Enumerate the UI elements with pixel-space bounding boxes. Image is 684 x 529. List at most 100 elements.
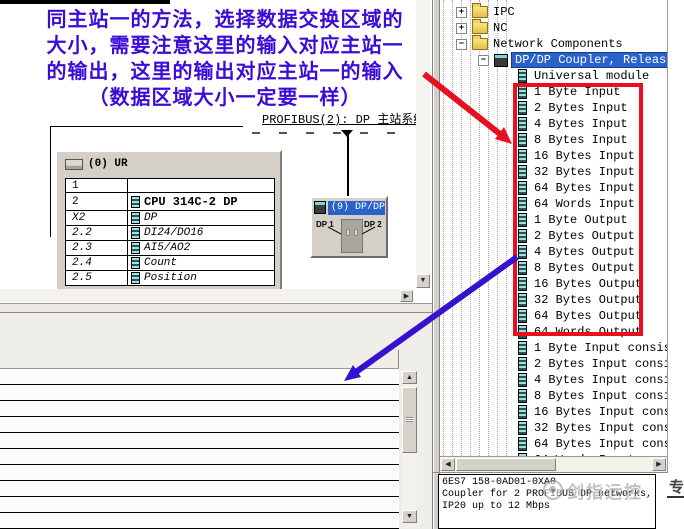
module-icon (131, 272, 140, 284)
catalog-item-label: 64 Bytes Input (534, 181, 635, 195)
catalog-item-64-bytes-output[interactable]: 64 Bytes Output (518, 308, 642, 324)
catalog-item-4-bytes-input[interactable]: 4 Bytes Input (518, 116, 628, 132)
catalog-item-label: 16 Bytes Output (534, 277, 642, 291)
detail-vscrollbar[interactable]: ▲ ▼ (402, 371, 417, 524)
catalog-item-64-words-output[interactable]: 64 Words Output (518, 324, 642, 340)
catalog-item-32-bytes-input[interactable]: 32 Bytes Input (518, 164, 635, 180)
pane-splitter[interactable] (0, 303, 432, 313)
catalog-item-label: 2 Bytes Input (534, 101, 628, 115)
catalog-item-8-bytes-input-consistent[interactable]: 8 Bytes Input consistent (518, 388, 668, 404)
catalog-hscrollbar[interactable]: ◀ ▶ (440, 456, 668, 472)
rack-slot-row-2-5[interactable]: 2.5Position (66, 271, 274, 286)
rack-title: (0) UR (65, 158, 128, 170)
module-icon (518, 421, 527, 435)
collapse-minus-icon[interactable]: − (478, 55, 489, 66)
catalog-item-label: 1 Byte Input (534, 85, 620, 99)
catalog-item-1-byte-input[interactable]: 1 Byte Input (518, 84, 620, 100)
catalog-item-label: 2 Bytes Input consistent (534, 357, 668, 371)
dp-coupler-icon (494, 54, 508, 67)
detail-vscroll-down-button[interactable]: ▼ (402, 510, 417, 523)
module-icon (518, 389, 527, 403)
catalog-item-label: 64 Bytes Output (534, 309, 642, 323)
annotation-note: 同主站一的方法，选择数据交换区域的 大小，需要注意这里的输入对应主站一 的输出，… (18, 6, 432, 110)
catalog-item-ipc[interactable]: + IPC (456, 4, 515, 20)
catalog-item-label: 8 Bytes Input consistent (534, 389, 668, 403)
catalog-item-nc[interactable]: + NC (456, 20, 507, 36)
folder-icon (472, 22, 488, 34)
catalog-item-1-byte-input-consistent[interactable]: 1 Byte Input consistent (518, 340, 668, 356)
rack-slot-row-x2[interactable]: X2DP (66, 211, 274, 226)
clipped-underline (667, 496, 684, 498)
rack-slot-row-1[interactable]: 1 (66, 179, 274, 193)
module-icon (518, 293, 527, 307)
catalog-item-16-bytes-input-consistent[interactable]: 16 Bytes Input consistent (518, 404, 668, 420)
catalog-item-2-bytes-input-consistent[interactable]: 2 Bytes Input consistent (518, 356, 668, 372)
upper-pane-vscrollbar[interactable] (416, 0, 430, 288)
rack-slot-row-2-2[interactable]: 2.2DI24/DO16 (66, 226, 274, 241)
catalog-item-network-components[interactable]: −Network Components (456, 36, 623, 52)
annotation-line: 同主站一的方法，选择数据交换区域的 (18, 6, 432, 32)
catalog-item-64-bytes-input-consistent[interactable]: 64 Bytes Input consistent (518, 436, 668, 452)
catalog-item-64-words-input[interactable]: 64 Words Input (518, 196, 635, 212)
module-icon (518, 357, 527, 371)
tree-guide-line (452, 0, 453, 456)
bus-drop-line (347, 130, 349, 197)
tree-guide-line (470, 0, 471, 456)
catalog-item-label: IPC (493, 5, 515, 19)
rack-window[interactable]: (0) UR 12CPU 314C-2 DPX2DP2.2DI24/DO162.… (55, 150, 282, 289)
catalog-item-4-bytes-output[interactable]: 4 Bytes Output (518, 244, 635, 260)
hscroll-right-button[interactable]: ▶ (400, 290, 413, 302)
expand-plus-icon[interactable]: + (456, 7, 467, 18)
dp-coupler-object[interactable]: (9) DP/DP DP 1 DP 2 (310, 196, 388, 258)
profibus-bus-line[interactable] (0, 0, 170, 4)
rack-slot-row-2-3[interactable]: 2.3AI5/AO2 (66, 241, 274, 256)
expand-plus-icon[interactable]: + (456, 23, 467, 34)
detail-vscroll-up-button[interactable]: ▲ (402, 371, 417, 384)
catalog-item-label: 32 Bytes Input consistent (534, 421, 668, 435)
catalog-item-8-bytes-input[interactable]: 8 Bytes Input (518, 132, 628, 148)
catalog-item-8-bytes-output[interactable]: 8 Bytes Output (518, 260, 635, 276)
catalog-item-label: Universal module (534, 69, 649, 83)
catalog-item-4-bytes-input-consistent[interactable]: 4 Bytes Input consistent (518, 372, 668, 388)
module-icon (518, 437, 527, 451)
catalog-item-16-bytes-input[interactable]: 16 Bytes Input (518, 148, 635, 164)
hardware-spec: IP20 up to 12 Mbps (442, 501, 652, 513)
catalog-item-32-bytes-input-consistent[interactable]: 32 Bytes Input consistent (518, 420, 668, 436)
catalog-hscroll-right-button[interactable]: ▶ (652, 458, 666, 471)
module-icon (131, 196, 140, 208)
module-icon (518, 165, 527, 179)
dp-slave-icon (314, 201, 326, 214)
catalog-item-label: NC (493, 21, 507, 35)
catalog-hscroll-thumb[interactable] (456, 458, 556, 471)
tree-guide-line (479, 0, 480, 456)
module-icon (518, 277, 527, 291)
catalog-item-2-bytes-output[interactable]: 2 Bytes Output (518, 228, 635, 244)
collapse-minus-icon[interactable]: − (456, 39, 467, 50)
catalog-hscroll-left-button[interactable]: ◀ (441, 458, 455, 471)
vscroll-down-button[interactable]: ▼ (416, 274, 430, 288)
rack-slot-row-2[interactable]: 2CPU 314C-2 DP (66, 193, 274, 211)
slot-module-name: AI5/AO2 (128, 242, 274, 254)
coupler-slot2 (354, 229, 358, 236)
catalog-item-32-bytes-output[interactable]: 32 Bytes Output (518, 292, 642, 308)
rack-slot-row-2-4[interactable]: 2.4Count (66, 256, 274, 271)
catalog-item-dp-dp-coupler-release-2[interactable]: −DP/DP Coupler, Release 2 (478, 52, 668, 68)
detail-vscroll-thumb[interactable] (402, 387, 417, 453)
upper-pane-hscrollbar[interactable] (0, 289, 413, 302)
window-divider[interactable] (432, 0, 440, 529)
catalog-item-2-bytes-input[interactable]: 2 Bytes Input (518, 100, 628, 116)
catalog-item-16-bytes-output[interactable]: 16 Bytes Output (518, 276, 642, 292)
catalog-item-label: 64 Words Input (534, 197, 635, 211)
detail-empty-table[interactable] (0, 368, 399, 529)
catalog-item-1-byte-output[interactable]: 1 Byte Output (518, 212, 628, 228)
catalog-item-64-bytes-input[interactable]: 64 Bytes Input (518, 180, 635, 196)
catalog-item-universal-module[interactable]: Universal module (518, 68, 649, 84)
module-icon (131, 227, 140, 239)
slot-number: X2 (66, 211, 128, 225)
module-icon (518, 341, 527, 355)
module-icon (518, 245, 527, 259)
tree-guide-line (506, 0, 507, 456)
coupler-title[interactable]: (9) DP/DP (328, 201, 385, 215)
module-icon (131, 257, 140, 269)
slot-number: 2.4 (66, 256, 128, 270)
